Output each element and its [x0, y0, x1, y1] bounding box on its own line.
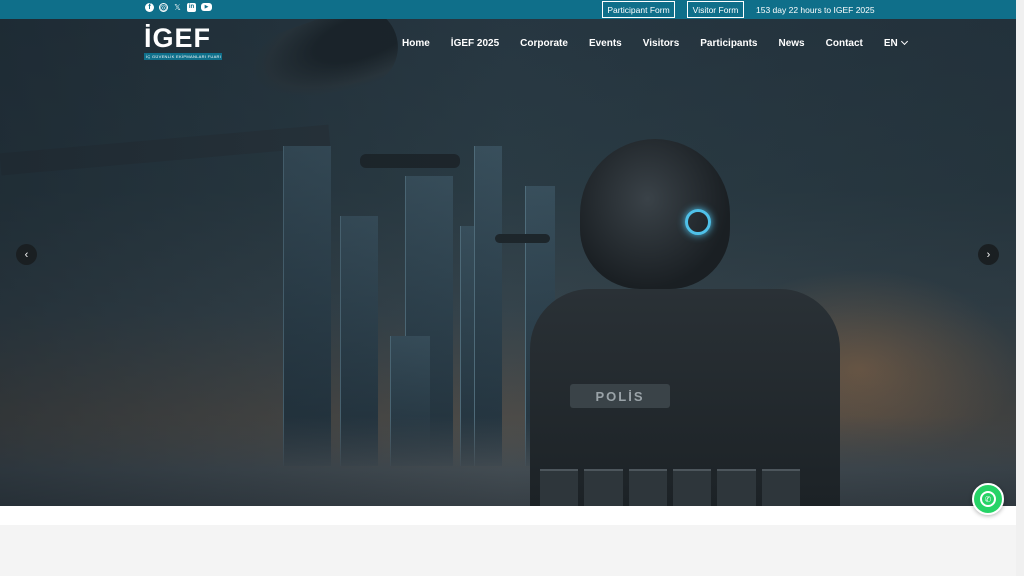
- logo-subtitle: İÇ GÜVENLİK EKİPMANLARI FUARI: [144, 53, 222, 60]
- nav-contact[interactable]: Contact: [826, 38, 863, 49]
- nav-news[interactable]: News: [779, 38, 805, 49]
- whatsapp-icon: ✆: [980, 491, 996, 507]
- visitor-form-button[interactable]: Visitor Form: [687, 1, 744, 18]
- youtube-icon[interactable]: ▶: [201, 3, 212, 11]
- participant-form-button[interactable]: Participant Form: [602, 1, 675, 18]
- countdown-text: 153 day 22 hours to IGEF 2025: [756, 4, 875, 15]
- scrollbar[interactable]: [1016, 0, 1024, 576]
- nav-participants[interactable]: Participants: [700, 38, 757, 49]
- igef-logo[interactable]: İGEF İÇ GÜVENLİK EKİPMANLARI FUARI: [144, 24, 222, 62]
- main-nav: Home İGEF 2025 Corporate Events Visitors…: [402, 19, 908, 67]
- hero-overlay: [0, 19, 1016, 506]
- chevron-down-icon: [900, 37, 908, 46]
- vest-pouches: [540, 469, 800, 506]
- chevron-left-icon: ‹: [24, 248, 29, 261]
- slider-prev-button[interactable]: ‹: [16, 244, 37, 265]
- nav-visitors[interactable]: Visitors: [643, 38, 680, 49]
- nav-corporate[interactable]: Corporate: [520, 38, 568, 49]
- linkedin-icon[interactable]: in: [187, 3, 196, 12]
- language-selector[interactable]: EN: [883, 37, 908, 49]
- site-header: İGEF İÇ GÜVENLİK EKİPMANLARI FUARI Home …: [0, 19, 1016, 69]
- vest-label: POLİS: [570, 384, 670, 408]
- instagram-icon[interactable]: ◎: [159, 3, 168, 12]
- nav-igef-2025[interactable]: İGEF 2025: [451, 38, 499, 49]
- chevron-right-icon: ›: [986, 248, 991, 261]
- top-bar: f ◎ 𝕏 in ▶ Participant Form Visitor Form…: [0, 0, 1016, 19]
- whatsapp-button[interactable]: ✆: [972, 483, 1004, 515]
- logo-text: İGEF: [144, 23, 212, 53]
- content-area: [0, 506, 1016, 525]
- slider-next-button[interactable]: ›: [978, 244, 999, 265]
- language-label: EN: [883, 37, 898, 49]
- helmet-light: [685, 209, 711, 235]
- nav-home[interactable]: Home: [402, 38, 430, 49]
- hero-slider: POLİS: [0, 19, 1016, 506]
- social-links: f ◎ 𝕏 in ▶: [145, 3, 212, 12]
- police-officer-figure: POLİS: [530, 139, 840, 506]
- facebook-icon[interactable]: f: [145, 3, 154, 12]
- x-icon[interactable]: 𝕏: [173, 3, 182, 12]
- nav-events[interactable]: Events: [589, 38, 622, 49]
